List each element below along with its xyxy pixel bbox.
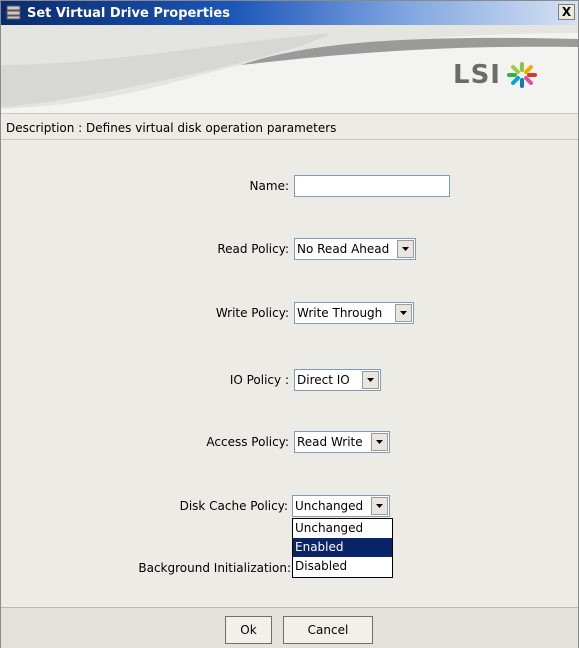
name-label: Name: — [249, 179, 289, 193]
lsi-logo: LSI — [453, 60, 537, 90]
dropdown-option-enabled[interactable]: Enabled — [293, 538, 392, 557]
cancel-button[interactable]: Cancel — [283, 616, 373, 644]
divider — [1, 139, 578, 140]
read-policy-value: No Read Ahead — [297, 242, 390, 256]
dropdown-option-disabled[interactable]: Disabled — [293, 557, 392, 576]
io-policy-value: Direct IO — [297, 373, 350, 387]
disk-cache-policy-dropdown: Unchanged Enabled Disabled — [292, 518, 393, 578]
write-policy-value: Write Through — [297, 306, 383, 320]
title-bar[interactable]: Set Virtual Drive Properties X — [1, 1, 578, 25]
logo-text: LSI — [453, 60, 501, 90]
write-policy-label: Write Policy: — [215, 306, 289, 320]
description-text: Description : Defines virtual disk opera… — [6, 121, 337, 135]
chevron-down-icon[interactable] — [371, 433, 388, 451]
banner: LSI — [1, 25, 578, 114]
background-initialization-label: Background Initialization: — [138, 561, 291, 575]
disk-cache-policy-label: Disk Cache Policy: — [179, 499, 288, 513]
dialog-window: Set Virtual Drive Properties X LSI Descr… — [0, 0, 579, 648]
dropdown-option-unchanged[interactable]: Unchanged — [293, 519, 392, 538]
chevron-down-icon[interactable] — [397, 240, 414, 258]
io-policy-select[interactable]: Direct IO — [294, 369, 381, 391]
chevron-down-icon[interactable] — [395, 304, 412, 322]
starburst-icon — [506, 62, 537, 88]
window-title: Set Virtual Drive Properties — [27, 6, 230, 21]
write-policy-select[interactable]: Write Through — [294, 302, 414, 324]
disk-cache-policy-value: Unchanged — [295, 499, 364, 513]
ok-button[interactable]: Ok — [225, 616, 272, 644]
chevron-down-icon[interactable] — [362, 371, 379, 389]
access-policy-select[interactable]: Read Write — [294, 431, 390, 453]
disk-cache-policy-select[interactable]: Unchanged — [292, 495, 390, 517]
read-policy-select[interactable]: No Read Ahead — [294, 238, 416, 260]
name-input[interactable] — [294, 175, 450, 197]
io-policy-label: IO Policy : — [229, 373, 289, 387]
button-bar: Ok Cancel — [1, 607, 578, 648]
chevron-down-icon[interactable] — [371, 497, 388, 515]
app-icon — [6, 5, 21, 20]
access-policy-label: Access Policy: — [206, 435, 289, 449]
access-policy-value: Read Write — [297, 435, 363, 449]
close-button[interactable]: X — [558, 4, 575, 20]
read-policy-label: Read Policy: — [217, 242, 289, 256]
